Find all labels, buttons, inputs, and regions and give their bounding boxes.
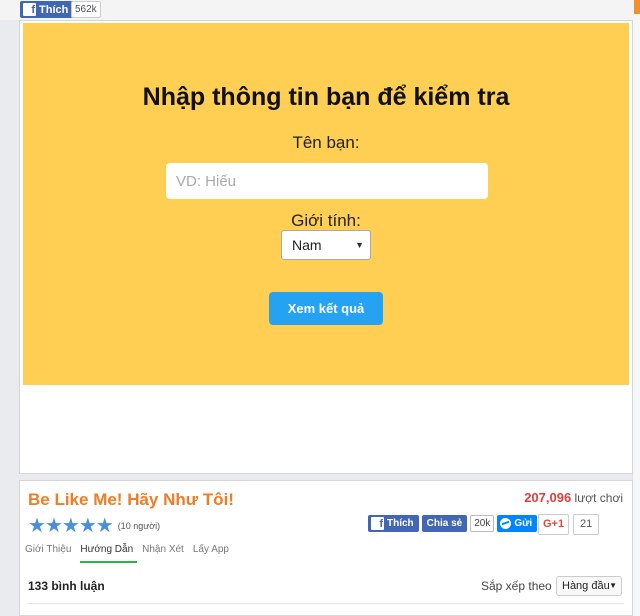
rating-count: (10 người) (117, 521, 161, 531)
fb-like-button[interactable]: f Thích (20, 1, 74, 18)
tab-nhan-xet[interactable]: Nhận Xét (142, 544, 188, 563)
tab-lay-app[interactable]: Lấy App (193, 544, 233, 563)
sort-value: Hàng đầu (562, 580, 610, 592)
star-icon[interactable]: ★ (79, 516, 97, 536)
gender-selected-value: Nam (292, 237, 322, 253)
sort-select[interactable]: Hàng đầu ▼ (556, 576, 622, 596)
facebook-f-icon: f (23, 3, 36, 16)
dropdown-caret-icon: ▼ (609, 581, 617, 590)
messenger-send-button[interactable]: Gửi (497, 515, 538, 532)
fb-like-count: 562k (71, 1, 101, 18)
gplus-count: 21 (573, 514, 600, 535)
gplus-button[interactable]: G+1 (538, 514, 570, 535)
comment-count: 133 bình luận (28, 579, 105, 593)
name-label: Tên bạn: (292, 133, 360, 152)
messenger-icon (500, 518, 512, 529)
star-icon[interactable]: ★ (62, 516, 80, 536)
game-card: Nhập thông tin bạn để kiểm tra Tên bạn: … (19, 20, 633, 474)
fb-share-button[interactable]: Chia sẻ (421, 515, 468, 532)
dropdown-caret-icon: ▼ (355, 240, 364, 250)
send-label: Gửi (514, 518, 533, 529)
top-bar: f Thích 562k (0, 0, 640, 20)
play-count-number: 207,096 (524, 490, 572, 505)
game-tabs: Giới Thiệu Hướng Dẫn Nhận Xét Lấy App (25, 544, 238, 563)
tab-huong-dan[interactable]: Hướng Dẫn (80, 544, 138, 563)
fb-like-label-2: Thích (387, 518, 414, 529)
share-count: 20k (470, 515, 495, 532)
gender-select[interactable]: Nam ▼ (281, 230, 371, 260)
gender-label: Giới tính: (291, 211, 361, 230)
fb-like-label: Thích (39, 3, 69, 16)
play-count-suffix: lượt chơi (574, 491, 623, 505)
facebook-f-icon: f (371, 517, 384, 530)
game-info-card: Be Like Me! Hãy Như Tôi! 207,096 lượt ch… (19, 480, 633, 616)
form-title: Nhập thông tin bạn để kiểm tra (142, 83, 510, 111)
star-icon[interactable]: ★ (28, 516, 46, 536)
name-input[interactable] (166, 163, 488, 199)
fb-like-button-2[interactable]: f Thích (368, 515, 419, 532)
tab-gioi-thieu[interactable]: Giới Thiệu (25, 544, 75, 563)
sort-label: Sắp xếp theo (481, 579, 552, 593)
rating-stars: ★ ★ ★ ★ ★ (10 người) (28, 516, 160, 536)
social-buttons: f Thích Chia sẻ 20k Gửi (368, 515, 538, 532)
play-count: 207,096 lượt chơi (524, 490, 623, 505)
orange-corner-tab (634, 0, 640, 14)
divider (28, 603, 624, 604)
game-title: Be Like Me! Hãy Như Tôi! (28, 490, 234, 509)
star-icon[interactable]: ★ (45, 516, 63, 536)
view-result-button[interactable]: Xem kết quả (269, 292, 383, 325)
quiz-form-panel: Nhập thông tin bạn để kiểm tra Tên bạn: … (23, 23, 629, 385)
right-scroll-strip (632, 20, 640, 616)
star-icon[interactable]: ★ (96, 516, 114, 536)
